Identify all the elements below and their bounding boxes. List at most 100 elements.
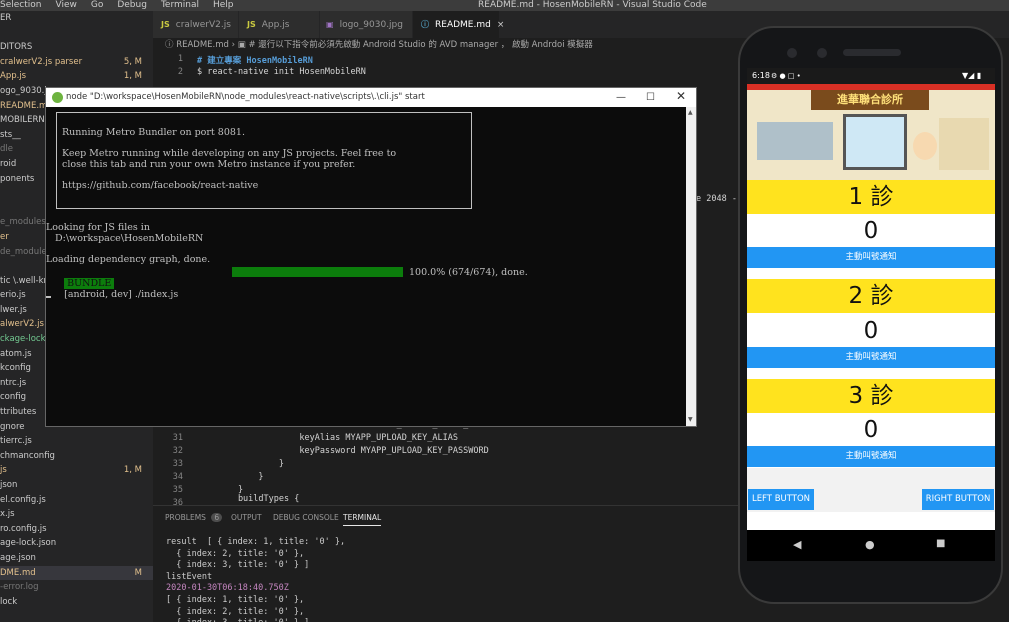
bundle-text: [android, dev] ./index.js (64, 289, 179, 300)
menu-selection[interactable]: Selection (0, 0, 41, 11)
explorer-item-label: cralwerV2.js parser (0, 56, 83, 67)
tab-label: cralwerV2.js (175, 20, 231, 30)
terminal-line: 2020-01-30T06:18:40.750Z (166, 583, 289, 594)
cmd-scrollbar[interactable]: ▲ ▼ (686, 107, 696, 426)
recents-icon[interactable]: ■ (936, 538, 945, 549)
home-icon[interactable]: ● (865, 538, 875, 551)
menu-go[interactable]: Go (91, 0, 103, 11)
explorer-item[interactable]: DITORS (0, 40, 153, 55)
explorer-item-label: DME.md (0, 567, 36, 578)
bundle-progress-fill (232, 267, 403, 277)
explorer-item[interactable] (0, 26, 153, 41)
clinic-3-notify-button[interactable]: 主動叫號通知 (747, 446, 995, 467)
menu-view[interactable]: View (55, 0, 76, 11)
tab-debug-console[interactable]: DEBUG CONSOLE (273, 513, 339, 522)
metro-info-line: Running Metro Bundler on port 8081. (62, 127, 245, 138)
explorer-item-label: json (0, 480, 18, 490)
clinic-1-label: 1 診 (747, 180, 995, 214)
clinic-1-count: 0 (747, 216, 995, 246)
code-line: $ react-native init HosenMobileRN (197, 67, 366, 77)
metro-info-line: Keep Metro running while developing on a… (62, 148, 397, 159)
explorer-item-label: chmanconfig (0, 450, 55, 461)
explorer-item[interactable]: App.js 1, M (0, 69, 153, 84)
close-icon[interactable]: ✕ (676, 87, 686, 106)
explorer-item[interactable]: lock (0, 595, 153, 610)
maximize-icon[interactable]: ☐ (646, 88, 655, 107)
explorer-item[interactable]: json (0, 478, 153, 493)
menu-debug[interactable]: Debug (117, 0, 147, 11)
terminal-line: listEvent (166, 571, 213, 582)
explorer-item[interactable]: chmanconfig (0, 449, 153, 464)
terminal-output[interactable]: result [ { index: 1, title: '0' }, { ind… (166, 537, 345, 622)
tab-terminal[interactable]: TERMINAL (343, 513, 382, 526)
explorer-item-label: MOBILERN (0, 115, 45, 126)
explorer-item[interactable]: age-lock.json (0, 536, 153, 551)
cmd-console[interactable]: Running Metro Bundler on port 8081. Keep … (46, 107, 686, 426)
tab-logo-jpg[interactable]: ▣ logo_9030.jpg (320, 11, 412, 38)
line-number: 2 (177, 67, 183, 77)
git-status-badge: M (134, 567, 142, 578)
line-number: 34 (172, 472, 183, 482)
terminal-line: { index: 3, title: '0' } ] (166, 618, 345, 622)
code-peek-text: e 2048 - (696, 194, 737, 204)
metro-info-text: Running Metro Bundler on port 8081. Keep … (62, 127, 397, 191)
nav-bar: ◀ ● ■ (747, 530, 995, 561)
explorer-item[interactable]: ER (0, 11, 153, 26)
line-number: 1 (177, 54, 183, 64)
scroll-down-icon[interactable]: ▼ (688, 416, 693, 423)
clinic-1-notify-button[interactable]: 主動叫號通知 (747, 247, 995, 268)
terminal-line: { index: 3, title: '0' } ] (166, 560, 310, 571)
info-file-icon: ⓘ (421, 20, 429, 29)
tab-readme[interactable]: ⓘ README.md × (413, 11, 504, 38)
explorer-item[interactable]: cralwerV2.js parser 5, M (0, 55, 153, 70)
banner-door (843, 114, 907, 170)
code-line: # 建立專案 HosenMobileRN (197, 56, 313, 66)
tab-output[interactable]: OUTPUT (231, 513, 262, 522)
metro-info-line: close this tab and run your own Metro in… (62, 158, 356, 170)
tab-cralwerv2[interactable]: JS cralwerV2.js (153, 11, 238, 38)
explorer-item-label: roid (0, 158, 17, 169)
explorer-item-label: x.js (0, 509, 15, 520)
git-status-badge: 5, M (123, 56, 142, 67)
explorer-item[interactable]: age.json (0, 551, 153, 566)
menu-help[interactable]: Help (213, 0, 234, 11)
tab-app-js[interactable]: JS App.js (239, 11, 319, 38)
explorer-item[interactable]: el.config.js (0, 493, 153, 508)
back-icon[interactable]: ◀ (793, 538, 801, 551)
line-number: 35 (172, 485, 183, 495)
tab-problems[interactable]: PROBLEMS 6 (165, 513, 223, 522)
speaker-grill (843, 49, 901, 56)
explorer-item[interactable]: tierrc.js (0, 434, 153, 449)
cmd-window: node "D:\workspace\HosenMobileRN\node_mo… (45, 87, 697, 427)
breadcrumb[interactable]: ⓘ README.md › ▣ # 還行以下指令前必須先啟動 Android S… (153, 38, 753, 52)
explorer-item[interactable]: DME.md M (0, 565, 153, 581)
explorer-item[interactable]: -error.log (0, 580, 153, 595)
bundle-line: BUNDLE [android, dev] ./index.js (46, 267, 178, 300)
window-title: README.md - HosenMobileRN - Visual Studi… (478, 0, 707, 10)
explorer-item[interactable]: js 1, M (0, 463, 153, 478)
status-bar: 6:18 ⚙ ● □ • ▼◢ ▮ (747, 68, 995, 84)
close-icon[interactable]: × (497, 20, 505, 30)
explorer-item-label: lock (0, 596, 18, 607)
image-file-icon: ▣ (326, 20, 334, 29)
clinic-3-count: 0 (747, 415, 995, 445)
tab-label: README.md (435, 20, 491, 30)
metro-info-line (62, 170, 396, 181)
line-number: 32 (172, 446, 183, 456)
console-line: D:\workspace\HosenMobileRN (46, 232, 204, 244)
explorer-item[interactable]: ro.config.js (0, 522, 153, 537)
left-button[interactable]: LEFT BUTTON (748, 489, 814, 510)
terminal-line: { index: 2, title: '0' }, (166, 606, 305, 617)
menu-terminal[interactable]: Terminal (161, 0, 199, 11)
explorer-item[interactable]: x.js (0, 507, 153, 522)
right-button[interactable]: RIGHT BUTTON (922, 489, 994, 510)
explorer-item-label: el.config.js (0, 494, 46, 505)
minimize-icon[interactable]: — (616, 88, 626, 107)
scroll-up-icon[interactable]: ▲ (688, 109, 693, 116)
code-line: } (197, 472, 264, 482)
clinic-2-notify-button[interactable]: 主動叫號通知 (747, 347, 995, 368)
explorer-item-label: sts__ (0, 129, 21, 140)
code-line: } (197, 459, 284, 469)
problems-count-badge: 6 (211, 513, 223, 522)
